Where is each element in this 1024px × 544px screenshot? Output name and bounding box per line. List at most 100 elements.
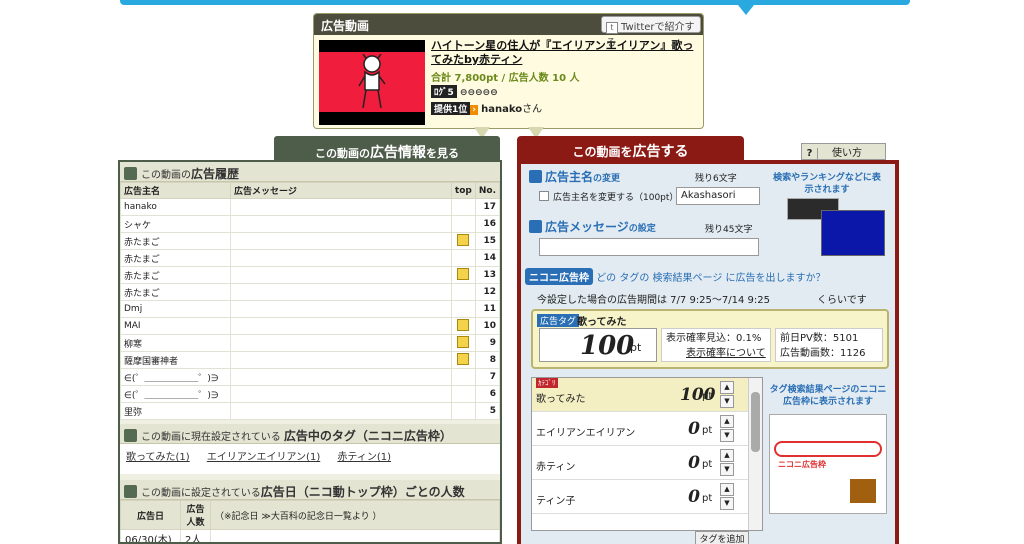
history-table: 広告主名 広告メッセージ top No. hanako 17 シャケ 16 赤たまご 15… [120,182,500,420]
history-message [230,215,452,233]
decrease-icon[interactable]: ▼ [720,429,734,442]
history-no: 6 [474,385,500,403]
probability-link[interactable]: 表示確率について [666,346,766,361]
history-top [450,368,476,386]
add-tag-button[interactable]: タグを追加 [695,531,749,544]
tag-row[interactable]: 赤ティン 0 pt ▲ ▼ [532,446,762,480]
points-box: 100 pt [539,328,657,362]
tag-link[interactable]: 赤ティン(1) [337,452,391,463]
history-message [230,334,452,352]
tab-advertise[interactable]: この動画を広告する [517,136,744,162]
history-row: ∈(゜＿＿＿＿＿＿゜)∋ 6 [120,385,500,403]
top-marker-icon [457,267,470,280]
history-top [450,249,476,267]
history-top [450,351,476,369]
dates-table: 広告日 広告人数 （※記念日 ≫大百科の記念日一覧より ） 06/30(木) 2… [120,500,500,542]
points-stepper[interactable]: ▲ ▼ [720,415,734,443]
tag-row-points: 0 [688,487,700,507]
tags-title: 広告中のタグ（ニコニ広告枠） [283,429,452,443]
history-no: 14 [474,249,500,267]
history-row: 赤たまご 13 [120,266,500,284]
decrease-icon[interactable]: ▼ [720,497,734,510]
dates-note[interactable]: （※記念日 ≫大百科の記念日一覧より ） [210,500,500,530]
ad-video-title: 広告動画 [321,19,370,33]
video-thumbnail[interactable] [319,40,425,125]
ad-count-label: 広告動画数：1126 [780,348,866,359]
decrease-icon[interactable]: ▼ [720,463,734,476]
history-top [450,215,476,233]
tag-row[interactable]: エイリアンエイリアン 0 pt ▲ ▼ [532,412,762,446]
advertise-panel: 広告主名の変更 残り6文字 広告主名を変更する（100pt） Akashasor… [517,160,899,544]
points-stepper[interactable]: ▲ ▼ [720,483,734,511]
advertiser-checkbox-row[interactable]: 広告主名を変更する（100pt） [539,190,678,203]
history-advertiser: MAI [120,317,231,335]
twitter-share-button[interactable]: t Twitterで紹介する [601,16,701,49]
count-cell: 2人 [180,529,211,542]
history-no: 5 [474,402,500,420]
increase-icon[interactable]: ▲ [720,449,734,462]
provider-name[interactable]: hanako [481,104,522,115]
niconi-section-header: ニコニ広告枠 どの タグの 検索結果ページ に広告を出しますか？ [525,268,887,286]
date-cell[interactable]: 06/30(木) [120,529,181,542]
tags-line: 歌ってみた(1) エイリアンエイリアン(1) 赤ティン(1) [120,444,500,474]
tag-link[interactable]: エイリアンエイリアン(1) [207,452,320,463]
increase-icon[interactable]: ▲ [720,483,734,496]
top-pointer-arrow [738,5,754,15]
history-top [450,334,476,352]
tag-row-unit: pt [702,459,713,470]
history-advertiser: 赤たまご [120,249,231,267]
history-message [230,300,452,318]
tag-row-name: 歌ってみた [536,394,586,405]
history-row: シャケ 16 [120,215,500,233]
tag-row[interactable]: ｶﾃｺﾞﾘ 歌ってみた 100 pt ▲ ▼ [532,378,762,412]
ad-info-panel: この動画の広告履歴 広告主名 広告メッセージ top No. hanako 17 シ… [118,160,502,544]
rank-dots: ⊖⊖⊖⊖⊖ [459,88,498,98]
history-advertiser: シャケ [120,215,231,233]
points-stepper[interactable]: ▲ ▼ [720,381,734,409]
history-message [230,283,452,301]
history-title: 広告履歴 [191,167,240,181]
tab-ad-info[interactable]: この動画の広告情報を見る [274,136,500,161]
tag-row-unit: pt [702,425,713,436]
preview-block [850,479,876,503]
tag-row-unit: pt [702,493,713,504]
points-stepper[interactable]: ▲ ▼ [720,449,734,477]
col-count: 広告人数 [180,500,211,530]
thumbnail-background [319,52,425,112]
tag-row[interactable]: ティン子 0 pt ▲ ▼ [532,480,762,514]
dates-header: この動画に設定されている広告日（ニコ動トップ枠）ごとの人数 [120,480,500,500]
history-advertiser: hanako [120,198,231,216]
advertiser-title: 広告主名 [545,170,594,184]
advertiser-name-header: 広告主名の変更 [529,168,620,185]
message-title-suffix: の設定 [628,224,656,234]
provider-badge: 提供1位 [431,102,471,115]
history-message [230,317,452,335]
tag-row-name: エイリアンエイリアン [536,428,636,439]
advertiser-name-input[interactable]: Akashasori [676,187,760,205]
dates-title-prefix: この動画に設定されている [141,488,261,499]
tag-row-name: ティン子 [536,496,576,507]
points-unit: pt [630,341,642,354]
tag-rows: ｶﾃｺﾞﾘ 歌ってみた 100 pt ▲ ▼ エイリアンエイリアン 0 pt ▲ ▼ 赤ティン 0 pt ▲… [532,378,762,514]
history-title-prefix: この動画の [141,170,191,181]
scrollbar-thumb[interactable] [751,392,760,452]
dates-title: 広告日（ニコ動トップ枠）ごとの人数 [260,485,465,499]
help-button[interactable]: ? 使い方 [801,143,886,163]
history-message [230,385,452,403]
increase-icon[interactable]: ▲ [720,415,734,428]
history-advertiser: 赤たまご [120,266,231,284]
change-name-checkbox[interactable] [539,191,549,201]
video-title-link[interactable]: ハイトーン星の住人が『エイリアンエイリアン』歌ってみたby赤ティン [431,39,696,67]
history-top [450,300,476,318]
tag-link[interactable]: 歌ってみた(1) [126,452,190,463]
history-advertiser: 赤たまご [120,283,231,301]
history-header: この動画の広告履歴 [120,162,500,182]
change-name-label: 広告主名を変更する（100pt） [553,193,679,203]
increase-icon[interactable]: ▲ [720,381,734,394]
message-input[interactable] [539,238,759,256]
top-note: 検索やランキングなどに表示されます [773,173,881,195]
history-row: 赤たまご 14 [120,249,500,267]
decrease-icon[interactable]: ▼ [720,395,734,408]
tag-list-scrollbar[interactable] [748,378,762,530]
search-preview: ニコニ広告枠 [769,414,887,514]
